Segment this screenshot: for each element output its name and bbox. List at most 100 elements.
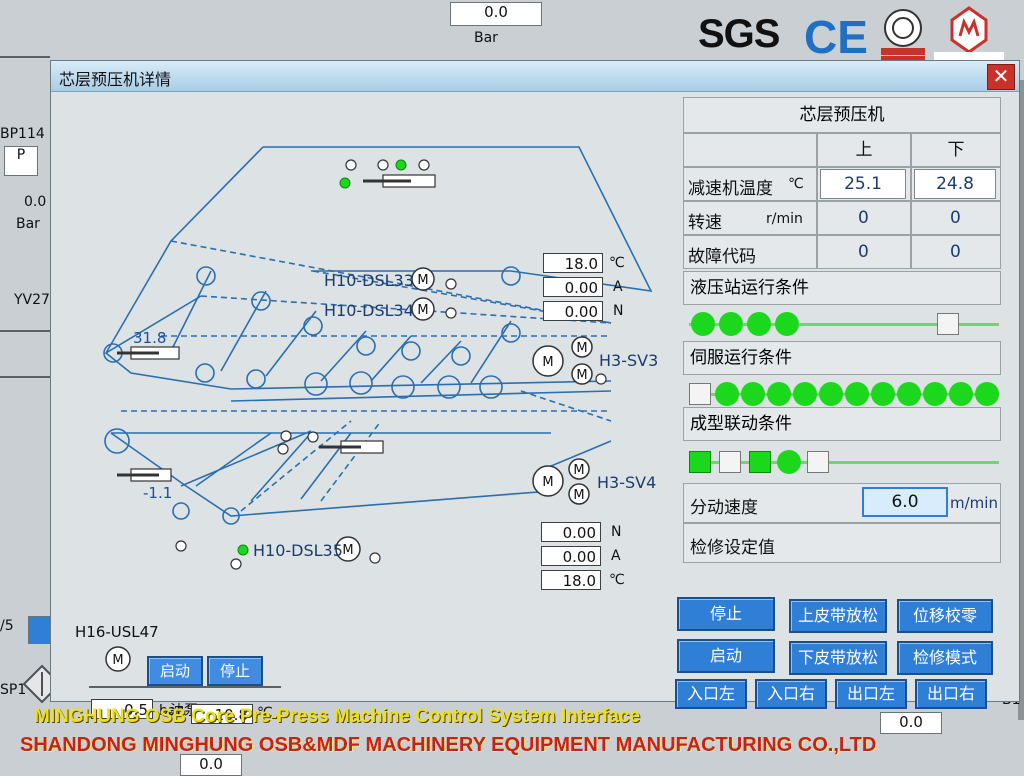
bureau-veritas-logo [881, 9, 925, 63]
fault-code-upper: 0 [858, 242, 869, 262]
upper-cylinder-value: 31.8 [133, 329, 167, 347]
forming-lamp-3 [749, 451, 771, 473]
motor-label-dsl34: H10-DSL34 [324, 301, 414, 320]
p5-label: /5 [0, 618, 14, 634]
row1-upper-cell: 25.1 [817, 167, 911, 201]
split-speed-label: 分动速度 [690, 498, 758, 518]
usl-stop-button[interactable]: 停止 [207, 656, 263, 686]
row3-lower-cell: 0 [911, 235, 1001, 269]
sgs-logo: SGS [698, 12, 780, 56]
caption-line-2: SHANDONG MINGHUNG OSB&MDF MACHINERY EQUI… [20, 734, 877, 756]
dialog-titlebar: 芯层预压机详情 ✕ [51, 61, 1019, 92]
forming-lamp-4 [777, 450, 801, 474]
servo-lamp-2 [715, 382, 739, 406]
usl-start-button[interactable]: 启动 [147, 656, 203, 686]
svg-text:M: M [573, 488, 584, 503]
hydraulic-lamp-3 [747, 312, 771, 336]
svg-text:M: M [573, 463, 584, 478]
hydraulic-lamp-2 [719, 312, 743, 336]
machine-diagram: MM MMM MMM MM H10-DSL33 H10-DSL34 H3-SV3… [51, 91, 676, 724]
speed-label: 转速 [688, 213, 722, 233]
ce-logo: CE [804, 11, 868, 63]
pressure-transmitter-icon: P [4, 146, 38, 176]
hydraulic-conditions-title: 液压站运行条件 [683, 271, 1001, 305]
maintenance-mode-button[interactable]: 检修模式 [897, 641, 993, 675]
lower-temp-readout: 18.0 [541, 570, 601, 590]
header-blank [683, 133, 817, 167]
entry-right-button[interactable]: 入口右 [755, 679, 827, 709]
hydraulic-lamp-5 [937, 313, 959, 335]
col-upper-header: 上 [817, 133, 911, 167]
row3-upper-cell: 0 [817, 235, 911, 269]
svg-text:M: M [417, 303, 428, 318]
lower-torque-unit: N [611, 524, 622, 540]
panel-title: 芯层预压机 [683, 97, 1001, 133]
servo-lamp-1 [689, 383, 711, 405]
lower-current-readout: 0.00 [541, 546, 601, 566]
lower-belt-release-button[interactable]: 下皮带放松 [789, 641, 887, 675]
forming-conditions-title: 成型联动条件 [683, 407, 1001, 441]
svg-text:M: M [417, 273, 428, 288]
split-speed-row: 分动速度 6.0 m/min [683, 483, 1001, 523]
upper-belt-release-button[interactable]: 上皮带放松 [789, 599, 887, 633]
reducer-temp-upper: 25.1 [820, 169, 906, 199]
hydraulic-lamps [683, 307, 1001, 341]
bp114-label: BP114 [0, 126, 45, 142]
start-button[interactable]: 启动 [677, 639, 775, 673]
upper-torque-unit: N [613, 303, 624, 319]
row2-lower-cell: 0 [911, 201, 1001, 235]
row2-upper-cell: 0 [817, 201, 911, 235]
maintenance-setpoint-label: 检修设定值 [690, 538, 775, 558]
left-pressure-unit: Bar [16, 216, 40, 232]
row-reducer-temp: 减速机温度 ℃ [683, 167, 817, 201]
upper-temp-unit: ℃ [609, 255, 625, 271]
split-speed-unit: m/min [950, 494, 998, 512]
servo-conditions-title: 伺服运行条件 [683, 341, 1001, 375]
yv27-label: YV27 [14, 292, 50, 308]
exit-right-button[interactable]: 出口右 [915, 679, 987, 709]
hydraulic-lamp-1 [691, 312, 715, 336]
lower-torque-readout: 0.00 [541, 522, 601, 542]
bottom-value-2: 0.0 [880, 712, 942, 734]
hydraulic-lamp-4 [775, 312, 799, 336]
left-pressure-value: 0.0 [24, 194, 47, 210]
svg-text:M: M [342, 543, 353, 558]
motor-label-sv4: H3-SV4 [597, 473, 657, 492]
press-schematic: MM MMM MMM MM [89, 146, 653, 688]
stop-button[interactable]: 停止 [677, 597, 775, 631]
servo-lamp-12 [975, 382, 999, 406]
lower-current-unit: A [611, 548, 621, 564]
svg-text:M: M [576, 341, 587, 356]
entry-left-button[interactable]: 入口左 [675, 679, 747, 709]
row1-lower-cell: 24.8 [911, 167, 1001, 201]
top-pressure-value: 0.0 [450, 2, 542, 26]
forming-lamp-1 [689, 451, 711, 473]
exit-left-button[interactable]: 出口左 [835, 679, 907, 709]
close-button[interactable]: ✕ [987, 64, 1015, 90]
certification-logos: SGS CE [690, 4, 1020, 64]
core-prepress-detail-dialog: 芯层预压机详情 ✕ M M M M M M M M M M H10-DSL33 … [50, 60, 1020, 724]
split-speed-input[interactable]: 6.0 [862, 487, 948, 517]
svg-text:M: M [576, 368, 587, 383]
reducer-temp-unit: ℃ [788, 176, 804, 192]
servo-lamp-10 [923, 382, 947, 406]
servo-lamp-8 [871, 382, 895, 406]
upper-torque-readout: 0.00 [543, 301, 603, 321]
upper-temp-readout: 18.0 [543, 253, 603, 273]
forming-lamp-2 [719, 451, 741, 473]
lower-temp-unit: ℃ [609, 572, 625, 588]
reducer-temp-lower: 24.8 [914, 169, 996, 199]
speed-lower: 0 [950, 208, 961, 228]
servo-lamp-5 [793, 382, 817, 406]
motor-label-dsl35: H10-DSL35 [253, 541, 343, 560]
displacement-zero-button[interactable]: 位移校零 [897, 599, 993, 633]
maintenance-setpoint-row: 检修设定值 [683, 523, 1001, 563]
servo-lamp-9 [897, 382, 921, 406]
motor-label-sv3: H3-SV3 [599, 351, 659, 370]
servo-lamp-11 [949, 382, 973, 406]
servo-lamp-4 [767, 382, 791, 406]
motor-label-dsl33: H10-DSL33 [324, 271, 414, 290]
forming-lamps [683, 445, 1001, 479]
fault-code-label: 故障代码 [688, 247, 756, 267]
servo-lamp-3 [741, 382, 765, 406]
